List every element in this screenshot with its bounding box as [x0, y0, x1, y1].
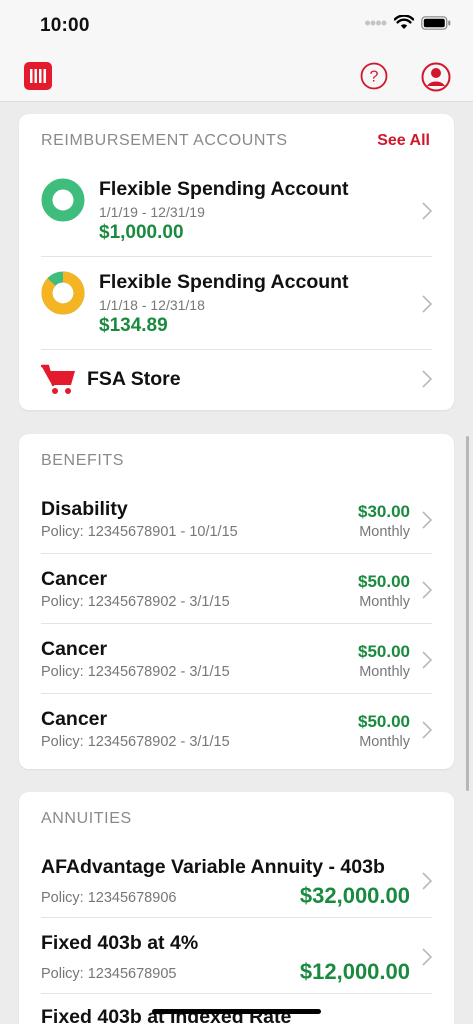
benefits-section-title: BENEFITS — [41, 452, 125, 469]
home-indicator[interactable] — [152, 1009, 321, 1014]
benefit-policy: Policy: 12345678901 - 10/1/15 — [41, 524, 238, 540]
annuity-name: Fixed 403b at 4% — [41, 932, 199, 954]
benefit-name: Cancer — [41, 708, 108, 730]
benefit-row[interactable]: Cancer Policy: 12345678902 - 3/1/15 $50.… — [41, 694, 432, 764]
fsa-store-row[interactable]: FSA Store — [41, 350, 432, 408]
benefit-frequency: Monthly — [359, 524, 410, 540]
account-row-2018[interactable]: Flexible Spending Account 1/1/18 - 12/31… — [41, 257, 432, 350]
annuity-amount: $32,000.00 — [299, 883, 410, 908]
benefit-amount: $50.00 — [358, 712, 410, 731]
benefit-row[interactable]: Cancer Policy: 12345678902 - 3/1/15 $50.… — [41, 624, 432, 694]
benefit-name: Disability — [41, 498, 128, 520]
benefit-frequency: Monthly — [359, 734, 410, 750]
chevron-right-icon — [422, 721, 432, 739]
benefit-row[interactable]: Disability Policy: 12345678901 - 10/1/15… — [41, 484, 432, 554]
app-logo[interactable] — [24, 62, 52, 90]
chevron-right-icon — [422, 872, 432, 890]
battery-icon — [421, 15, 451, 30]
help-button[interactable]: ? — [360, 62, 388, 90]
annuity-name: AFAdvantage Variable Annuity - 403b — [41, 856, 385, 878]
account-dates: 1/1/19 - 12/31/19 — [99, 204, 205, 220]
app-header: ? — [0, 50, 473, 102]
account-name: Flexible Spending Account — [99, 271, 349, 293]
fsa-store-label: FSA Store — [87, 368, 181, 390]
chevron-right-icon — [422, 948, 432, 966]
benefit-policy: Policy: 12345678902 - 3/1/15 — [41, 594, 230, 610]
benefit-amount: $50.00 — [358, 642, 410, 661]
benefit-policy: Policy: 12345678902 - 3/1/15 — [41, 734, 230, 750]
see-all-link[interactable]: See All — [377, 132, 430, 150]
benefit-policy: Policy: 12345678902 - 3/1/15 — [41, 664, 230, 680]
reimbursement-accounts-card: REIMBURSEMENT ACCOUNTS See All Flexible … — [19, 114, 454, 410]
benefit-name: Cancer — [41, 638, 108, 660]
account-dates: 1/1/18 - 12/31/18 — [99, 297, 205, 313]
help-icon: ? — [360, 62, 388, 90]
chevron-right-icon — [422, 651, 432, 669]
account-row-2019[interactable]: Flexible Spending Account 1/1/19 - 12/31… — [41, 164, 432, 257]
balance-ring-icon — [41, 178, 85, 222]
wifi-icon — [394, 15, 414, 29]
annuity-policy: Policy: 12345678905 — [41, 966, 177, 982]
status-time: 10:00 — [40, 15, 90, 36]
benefit-frequency: Monthly — [359, 594, 410, 610]
benefit-amount: $30.00 — [358, 502, 410, 521]
chevron-right-icon — [422, 295, 432, 313]
cart-icon — [41, 364, 75, 394]
svg-text:?: ? — [370, 69, 379, 86]
benefit-row[interactable]: Cancer Policy: 12345678902 - 3/1/15 $50.… — [41, 554, 432, 624]
annuity-policy: Policy: 12345678906 — [41, 890, 177, 906]
chevron-right-icon — [422, 581, 432, 599]
annuity-amount: $12,000.00 — [299, 959, 410, 984]
reimbursement-section-title: REIMBURSEMENT ACCOUNTS — [41, 132, 288, 149]
account-name: Flexible Spending Account — [99, 178, 349, 200]
status-bar: 10:00 — [0, 0, 473, 50]
account-balance: $1,000.00 — [99, 222, 184, 243]
chevron-right-icon — [422, 370, 432, 388]
scroll-indicator[interactable] — [466, 436, 469, 791]
benefits-card: BENEFITS Disability Policy: 12345678901 … — [19, 434, 454, 769]
chevron-right-icon — [422, 511, 432, 529]
annuity-row[interactable]: AFAdvantage Variable Annuity - 403b Poli… — [41, 842, 432, 918]
logo-stripes-icon — [30, 69, 46, 83]
balance-ring-icon — [41, 271, 85, 315]
benefit-name: Cancer — [41, 568, 108, 590]
profile-icon — [421, 62, 451, 92]
status-icons — [365, 15, 451, 30]
chevron-right-icon — [422, 202, 432, 220]
profile-button[interactable] — [421, 62, 451, 92]
benefit-frequency: Monthly — [359, 664, 410, 680]
account-balance: $134.89 — [99, 315, 168, 336]
annuities-card: ANNUITIES AFAdvantage Variable Annuity -… — [19, 792, 454, 1024]
signal-icon — [365, 20, 387, 25]
benefit-amount: $50.00 — [358, 572, 410, 591]
annuities-section-title: ANNUITIES — [41, 810, 132, 827]
annuity-row[interactable]: Fixed 403b at 4% Policy: 12345678905 $12… — [41, 918, 432, 994]
